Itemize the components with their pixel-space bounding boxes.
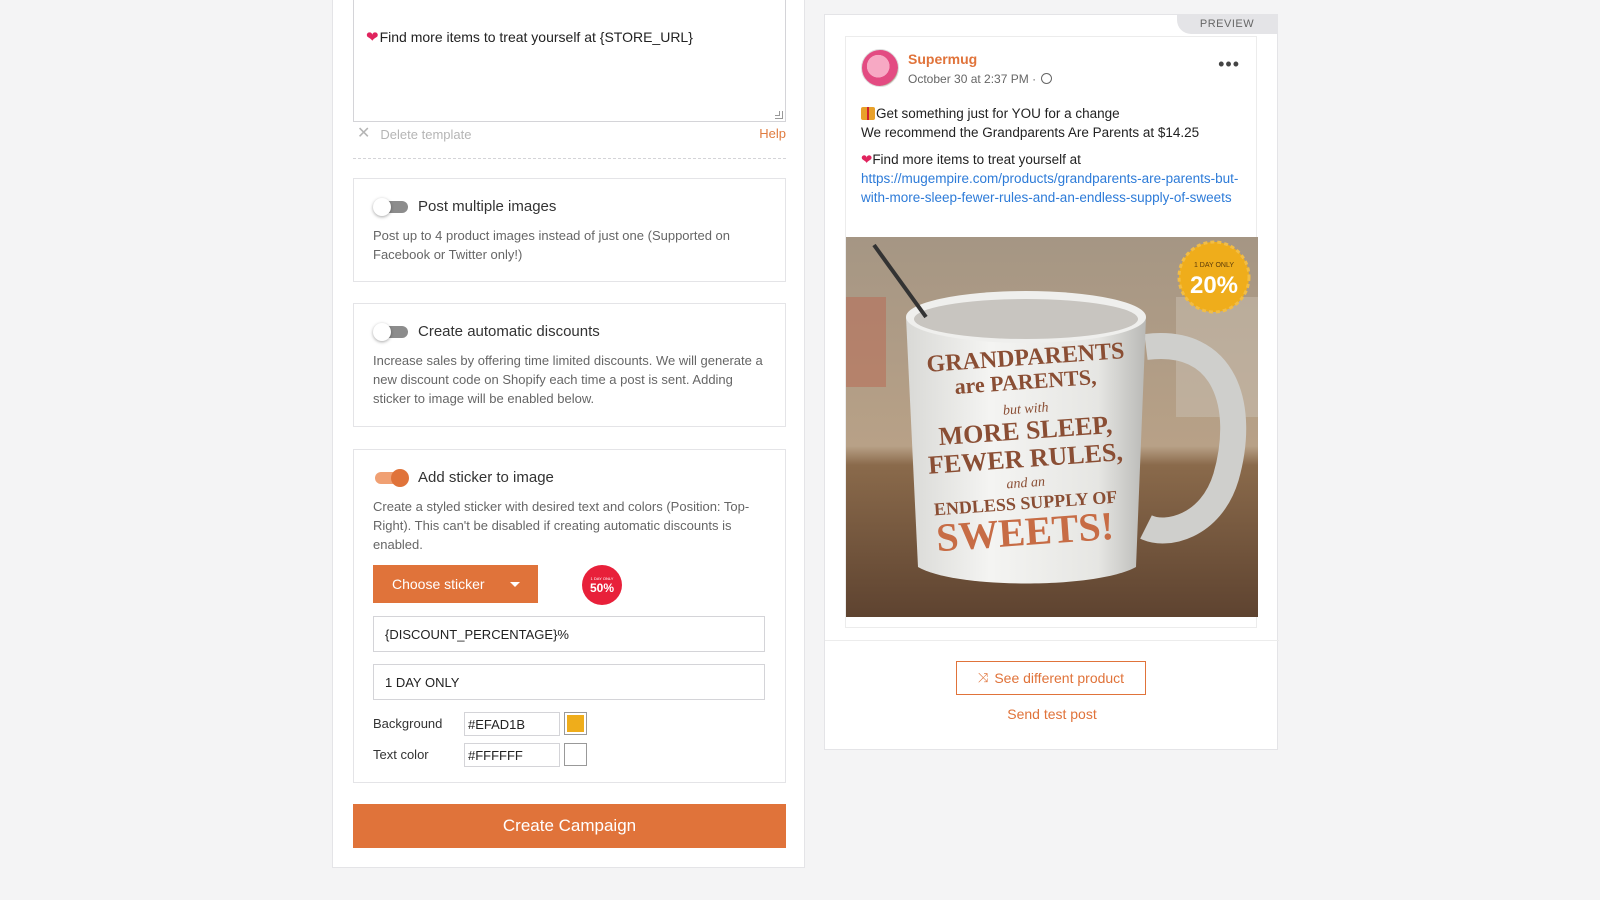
delete-template-button[interactable]: ✕ Delete template — [357, 126, 471, 142]
post-date: October 30 at 2:37 PM · — [908, 72, 1053, 86]
help-link[interactable]: Help — [759, 126, 786, 141]
template-actions: ✕ Delete template Help — [353, 126, 786, 146]
sticker-panel: Add sticker to image Create a styled sti… — [353, 449, 786, 783]
gift-emoji-icon — [861, 107, 875, 120]
text-color-row: Text color #FFFFFF — [373, 743, 765, 767]
shuffle-icon: ⤨ — [977, 670, 989, 685]
heart-emoji-icon: ❤ — [366, 29, 379, 46]
background-color-row: Background #EFAD1B — [373, 712, 765, 736]
sticker-subtext-input[interactable]: 1 DAY ONLY — [373, 664, 765, 700]
background-color-swatch[interactable] — [564, 712, 587, 735]
template-textarea[interactable]: ❤Find more items to treat yourself at {S… — [353, 0, 786, 122]
see-different-label: See different product — [994, 670, 1125, 686]
sticker-description: Create a styled sticker with desired tex… — [373, 499, 750, 552]
text-color-swatch[interactable] — [564, 743, 587, 766]
divider — [825, 640, 1279, 641]
sticker-preview: 1 DAY ONLY 50% — [582, 565, 622, 605]
post-line-1: Get something just for YOU for a change — [876, 106, 1120, 121]
close-icon: ✕ — [357, 125, 371, 142]
multiple-images-panel: Post multiple images Post up to 4 produc… — [353, 178, 786, 282]
create-campaign-button[interactable]: Create Campaign — [353, 804, 786, 848]
svg-text:and an: and an — [1006, 475, 1045, 493]
post-line-2: We recommend the Grandparents Are Parent… — [861, 125, 1200, 140]
auto-discounts-title: Create automatic discounts — [418, 323, 600, 340]
see-different-product-button[interactable]: ⤨ See different product — [956, 661, 1146, 695]
post-line-3: Find more items to treat yourself at — [872, 152, 1081, 167]
sticker-preview-value: 50% — [589, 580, 615, 595]
send-test-post-link[interactable]: Send test post — [825, 706, 1279, 722]
text-color-input[interactable]: #FFFFFF — [464, 743, 560, 767]
avatar — [861, 49, 899, 87]
sticker-toggle[interactable] — [373, 469, 409, 487]
choose-sticker-label: Choose sticker — [392, 576, 485, 592]
post-body: Get something just for YOU for a change … — [861, 104, 1246, 207]
globe-icon — [1041, 73, 1053, 84]
auto-discounts-description: Increase sales by offering time limited … — [373, 353, 763, 406]
product-link[interactable]: https://mugempire.com/products/grandpare… — [861, 171, 1238, 205]
background-label: Background — [373, 716, 443, 731]
sticker-top-text: 1 DAY ONLY — [1194, 262, 1234, 269]
discount-sticker: 1 DAY ONLY 20% — [1177, 240, 1251, 314]
sticker-text-input[interactable]: {DISCOUNT_PERCENTAGE}% — [373, 616, 765, 652]
resize-handle[interactable] — [775, 111, 783, 119]
heart-emoji-icon: ❤ — [861, 152, 873, 167]
campaign-form: ❤Find more items to treat yourself at {S… — [332, 0, 805, 868]
facebook-post-preview: Supermug October 30 at 2:37 PM · ••• Get… — [845, 36, 1258, 628]
preview-tag: PREVIEW — [1177, 14, 1277, 34]
auto-discounts-toggle[interactable] — [373, 323, 409, 341]
text-color-label: Text color — [373, 747, 429, 762]
more-horizontal-icon[interactable]: ••• — [1218, 55, 1240, 73]
multiple-images-toggle[interactable] — [373, 198, 409, 216]
divider — [353, 158, 786, 159]
multiple-images-title: Post multiple images — [418, 198, 557, 215]
sticker-value-text: 20% — [1190, 272, 1238, 299]
preview-card: PREVIEW Supermug October 30 at 2:37 PM ·… — [824, 14, 1279, 750]
background-color-input[interactable]: #EFAD1B — [464, 712, 560, 736]
sticker-title: Add sticker to image — [418, 469, 554, 486]
choose-sticker-button[interactable]: Choose sticker — [373, 565, 538, 603]
auto-discounts-panel: Create automatic discounts Increase sale… — [353, 303, 786, 427]
post-author: Supermug — [908, 51, 978, 67]
post-date-text: October 30 at 2:37 PM · — [908, 72, 1037, 86]
chevron-down-icon — [510, 582, 520, 587]
multiple-images-description: Post up to 4 product images instead of j… — [373, 228, 731, 262]
sticker-preview-top: 1 DAY ONLY — [590, 575, 614, 581]
product-image: GRANDPARENTS are PARENTS, but with MORE … — [846, 237, 1258, 617]
template-text: Find more items to treat yourself at {ST… — [379, 29, 693, 45]
delete-template-label: Delete template — [380, 126, 472, 142]
